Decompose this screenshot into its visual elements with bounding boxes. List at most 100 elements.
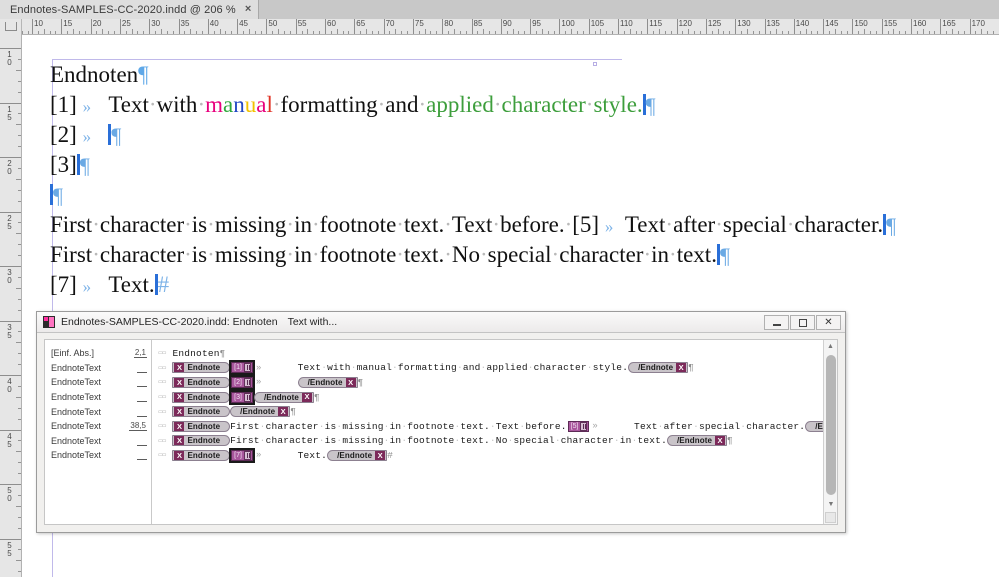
endnote-close-tag[interactable]: /EndnoteX (327, 449, 388, 461)
endnote-number-marker[interactable]: [2] (229, 374, 255, 390)
document-tab[interactable]: Endnotes-SAMPLES-CC-2020.indd @ 206 % × (0, 0, 260, 19)
close-icon[interactable]: × (245, 4, 251, 15)
endnote-number-marker[interactable]: [5] (567, 420, 590, 432)
resize-grip[interactable] (825, 512, 836, 523)
endnote-close-tag[interactable]: /EndnoteX (628, 362, 689, 374)
tag-delete-icon[interactable]: X (174, 392, 185, 402)
ruler-minor-tick (18, 298, 21, 300)
ruler-minor-tick (653, 31, 655, 34)
tag-delete-icon[interactable]: X (174, 363, 185, 373)
paragraph-style-row[interactable]: EndnoteText · (45, 448, 151, 463)
ruler-minor-tick (16, 124, 21, 126)
story-editor-line[interactable]: ▭▭ X Endnote [3]/Endnote X ¶ (152, 389, 837, 405)
ruler-minor-tick (18, 407, 21, 409)
endnote-open-tag[interactable]: X Endnote (172, 449, 231, 461)
endnote-ref-2[interactable]: [2] (50, 122, 77, 147)
paragraph-style-row[interactable]: [Einf. Abs.] 2,1 (45, 346, 151, 361)
endnote-ref-7[interactable]: [7] (50, 272, 77, 297)
endnote-open-tag[interactable]: X Endnote (172, 435, 231, 447)
story-editor-text-column[interactable]: ▭▭ Endnoten ¶ ▭▭ X Endnote [1]» Text·with·manu… (152, 340, 837, 524)
endnote-open-tag[interactable]: X Endnote (172, 391, 231, 403)
story-editor-line[interactable]: ▭▭ X Endnote/Endnote X ¶ (152, 404, 837, 419)
endnote-number-marker[interactable]: [7] (229, 447, 255, 463)
ruler-minor-tick (389, 31, 391, 34)
story-editor-line[interactable]: ▭▭ X Endnote [1]» Text·with·manual·formatti… (152, 360, 837, 376)
ruler-minor-tick (18, 549, 21, 551)
document-line-endnote-2[interactable]: [2] » ¶ (50, 120, 990, 150)
minimize-button[interactable] (764, 315, 789, 330)
endnote-ref-3[interactable]: [3] (50, 152, 77, 177)
endnote-tag-label: /Endnote (676, 436, 713, 446)
document-line-endnote-6[interactable]: First·character·is·missing·in·footnote·t… (50, 240, 990, 270)
ruler-minor-tick (330, 31, 332, 34)
story-editor-vertical-scrollbar[interactable]: ▲ ▼ (823, 340, 837, 524)
endnote-open-tag[interactable]: X Endnote (172, 420, 231, 432)
document-line-endnote-5[interactable]: First·character·is·missing·in·footnote·t… (50, 210, 990, 240)
document-heading-line[interactable]: Endnoten¶ (50, 60, 990, 90)
endnote-number-marker[interactable]: [3] (229, 389, 255, 405)
tag-delete-icon[interactable]: X (174, 421, 185, 431)
ruler-minor-tick (864, 29, 866, 34)
tag-delete-icon[interactable]: X (174, 407, 185, 417)
document-line-blank[interactable]: ¶ (50, 180, 990, 210)
maximize-button[interactable] (790, 315, 815, 330)
endnote-close-tag[interactable]: /EndnoteX (666, 435, 728, 447)
ruler-minor-tick (16, 287, 21, 289)
ruler-label: 25 (121, 19, 131, 28)
endnote-close-tag[interactable]: /EndnoteX (297, 376, 358, 388)
document-text-body[interactable]: Endnoten¶ [1] » Text·with·manual·formatt… (50, 60, 990, 300)
scroll-down-icon[interactable]: ▼ (824, 498, 837, 511)
paragraph-style-row[interactable]: EndnoteText · (45, 375, 151, 390)
paragraph-style-row[interactable]: EndnoteText · (45, 404, 151, 419)
endnote-ref-1[interactable]: [1] (50, 92, 77, 117)
document-line-endnote-7[interactable]: [7] » Text. # (50, 270, 990, 300)
story-editor-line[interactable]: ▭▭ X Endnote First·character·is·missing·in·… (152, 419, 837, 434)
endnote-open-tag[interactable]: X Endnote (172, 406, 231, 418)
tag-delete-icon[interactable]: X (174, 436, 185, 446)
ruler-minor-tick (342, 31, 344, 34)
story-editor-line[interactable]: ▭▭ X Endnote [2]» /Endnote X ¶ (152, 374, 837, 390)
ruler-origin-icon[interactable] (0, 19, 22, 34)
tag-delete-icon[interactable]: X (174, 450, 185, 460)
tag-delete-icon[interactable]: X (174, 377, 185, 387)
story-editor-window[interactable]: Endnotes-SAMPLES-CC-2020.indd: Endnoten … (36, 311, 846, 533)
document-line-endnote-3[interactable]: [3] ¶ (50, 150, 990, 180)
tag-delete-icon[interactable]: X (278, 407, 289, 417)
story-editor-line[interactable]: ▭▭ X Endnote First·character·is·missing·in·… (152, 434, 837, 449)
vertical-ruler[interactable]: 10 15 20 25 30 35 40 45 50 55 (0, 34, 22, 577)
document-heading: Endnoten (50, 62, 139, 87)
endnote-close-tag[interactable]: /EndnoteX (230, 406, 291, 418)
horizontal-ruler[interactable]: 10 15 20 25 30 35 40 45 50 55 60 65 70 75 80 85 90 95 100 1… (0, 19, 999, 35)
paragraph-style-row[interactable]: EndnoteText 38,5 (45, 419, 151, 434)
story-editor-titlebar[interactable]: Endnotes-SAMPLES-CC-2020.indd: Endnoten … (37, 312, 845, 333)
paragraph-style-row[interactable]: EndnoteText · (45, 390, 151, 405)
tag-delete-icon[interactable]: X (676, 363, 687, 373)
tag-delete-icon[interactable]: X (715, 436, 726, 446)
endnote-open-tag[interactable]: X Endnote (172, 362, 231, 374)
manual-letter: u (244, 92, 257, 117)
tag-delete-icon[interactable]: X (301, 392, 312, 402)
endnote-ref-5[interactable]: [5] (572, 212, 599, 237)
paragraph-style-row[interactable]: EndnoteText · (45, 434, 151, 449)
paragraph-style-row[interactable]: EndnoteText · (45, 361, 151, 376)
endnote-close-tag[interactable]: /EndnoteX (253, 391, 314, 403)
paragraph-style-column[interactable]: [Einf. Abs.]2,1EndnoteText·EndnoteText·E… (45, 340, 152, 524)
scroll-up-icon[interactable]: ▲ (824, 340, 837, 353)
ruler-minor-tick (18, 222, 21, 224)
story-editor-content[interactable]: [Einf. Abs.]2,1EndnoteText·EndnoteText·E… (44, 339, 838, 525)
ruler-minor-tick (448, 31, 450, 34)
scrollbar-thumb[interactable] (826, 355, 836, 495)
ruler-minor-tick (18, 516, 21, 518)
close-button[interactable]: ✕ (816, 315, 841, 330)
ruler-minor-tick (635, 31, 637, 34)
ruler-minor-tick (18, 80, 21, 82)
ruler-minor-tick (27, 31, 29, 34)
story-editor-line[interactable]: ▭▭ X Endnote [7]» Text./Endnote X # (152, 447, 837, 463)
tag-delete-icon[interactable]: X (375, 450, 386, 460)
story-editor-line[interactable]: ▭▭ Endnoten ¶ (152, 346, 837, 361)
endnote-open-tag[interactable]: X Endnote (172, 376, 231, 388)
endnote-number-marker[interactable]: [1] (229, 360, 255, 376)
document-line-endnote-1[interactable]: [1] » Text·with·manual·formatting·and·ap… (50, 90, 990, 120)
tag-delete-icon[interactable]: X (345, 377, 356, 387)
ruler-minor-tick (770, 31, 772, 34)
